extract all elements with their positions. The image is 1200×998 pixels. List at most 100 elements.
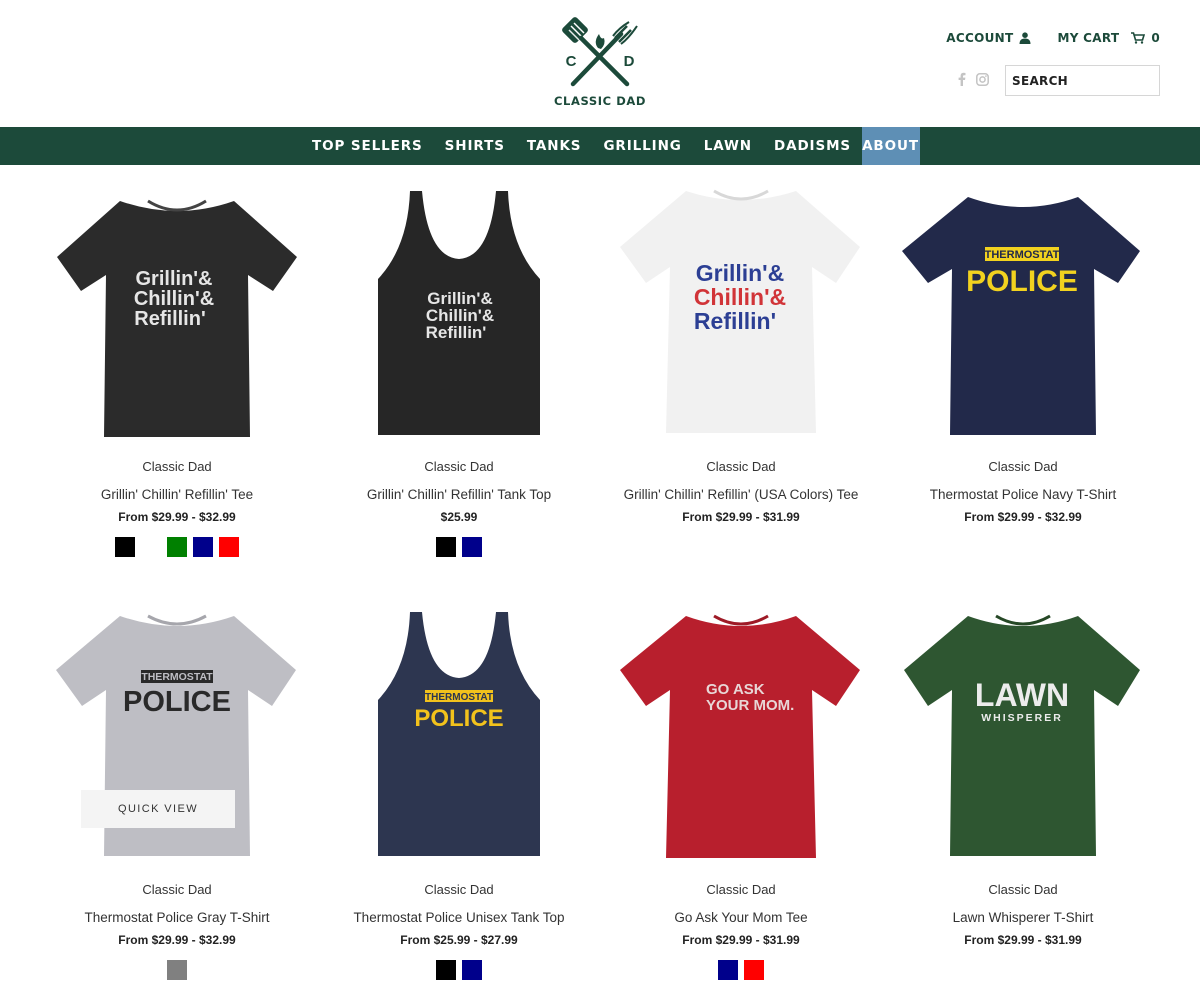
- product-title[interactable]: Thermostat Police Navy T-Shirt: [882, 487, 1164, 502]
- product-price: From $29.99 - $32.99: [118, 510, 236, 524]
- product-vendor: Classic Dad: [706, 882, 776, 897]
- product-price: From $29.99 - $31.99: [964, 933, 1082, 947]
- nav-item-top-sellers[interactable]: TOP SELLERS: [301, 127, 434, 165]
- cart-label: MY CART: [1057, 31, 1120, 45]
- site-header: C D CLASSIC DAD ACCOUNT MY CART 0: [0, 0, 1200, 127]
- product-card[interactable]: Grillin'& Chillin'& Refillin' Classic Da…: [318, 187, 600, 557]
- nav-item-shirts[interactable]: SHIRTS: [434, 127, 516, 165]
- print-badge: THERMOSTAT: [985, 249, 1060, 261]
- swatch-navy[interactable]: [193, 537, 213, 557]
- product-vendor: Classic Dad: [142, 459, 212, 474]
- product-image[interactable]: LAWN WHISPERER: [882, 610, 1164, 882]
- t-shirt-image: LAWN WHISPERER: [904, 614, 1140, 856]
- print-line-2: Chillin'&: [134, 288, 214, 310]
- print-badge: THERMOSTAT: [141, 671, 213, 683]
- product-title[interactable]: Grillin' Chillin' Refillin' Tank Top: [318, 487, 600, 502]
- t-shirt-image: THERMOSTAT POLICE: [902, 197, 1140, 435]
- product-vendor: Classic Dad: [988, 459, 1058, 474]
- brand-name: CLASSIC DAD: [553, 94, 647, 108]
- color-swatches: [318, 537, 600, 557]
- nav-item-dadisms[interactable]: DADISMS: [763, 127, 862, 165]
- print-big: POLICE: [123, 686, 231, 718]
- swatch-black[interactable]: [115, 537, 135, 557]
- site-logo[interactable]: C D CLASSIC DAD: [552, 16, 648, 118]
- product-price: From $29.99 - $31.99: [682, 510, 800, 524]
- print-badge: THERMOSTAT: [425, 692, 493, 703]
- product-price: From $25.99 - $27.99: [400, 933, 518, 947]
- product-title[interactable]: Thermostat Police Gray T-Shirt: [36, 910, 318, 925]
- product-card[interactable]: THERMOSTAT POLICE Classic Dad Thermostat…: [882, 187, 1164, 524]
- main-nav: TOP SELLERS SHIRTS TANKS GRILLING LAWN D…: [0, 127, 1200, 165]
- cart-count: 0: [1151, 31, 1160, 45]
- product-title[interactable]: Go Ask Your Mom Tee: [600, 910, 882, 925]
- product-image[interactable]: THERMOSTAT POLICE: [882, 187, 1164, 459]
- product-card[interactable]: THERMOSTAT POLICE QUICK VIEW Classic Dad…: [36, 610, 318, 980]
- facebook-icon[interactable]: [958, 72, 966, 86]
- print-line-3: Refillin': [134, 308, 205, 330]
- product-title[interactable]: Grillin' Chillin' Refillin' Tee: [36, 487, 318, 502]
- nav-item-about[interactable]: ABOUT: [862, 127, 920, 165]
- quick-view-button[interactable]: QUICK VIEW: [81, 790, 235, 828]
- swatch-navy[interactable]: [718, 960, 738, 980]
- product-image[interactable]: THERMOSTAT POLICE QUICK VIEW: [36, 610, 318, 882]
- product-image[interactable]: GO ASK YOUR MOM.: [600, 610, 882, 882]
- spatula-fork-logo-icon: C D: [562, 17, 638, 87]
- tank-top-image: THERMOSTAT POLICE: [378, 612, 540, 856]
- product-card[interactable]: Grillin'& Chillin'& Refillin' Classic Da…: [600, 187, 882, 524]
- t-shirt-image: THERMOSTAT POLICE: [56, 614, 296, 856]
- swatch-red[interactable]: [744, 960, 764, 980]
- swatch-navy[interactable]: [462, 537, 482, 557]
- instagram-icon[interactable]: [976, 72, 989, 86]
- product-price: From $29.99 - $32.99: [964, 510, 1082, 524]
- social-links: [958, 72, 989, 86]
- logo-letter-c: C: [566, 53, 577, 70]
- color-swatches: [36, 537, 318, 557]
- product-title[interactable]: Lawn Whisperer T-Shirt: [882, 910, 1164, 925]
- print-big: POLICE: [414, 705, 503, 732]
- product-vendor: Classic Dad: [424, 459, 494, 474]
- t-shirt-image: Grillin'& Chillin'& Refillin': [57, 199, 297, 437]
- swatch-black[interactable]: [436, 537, 456, 557]
- print-big: LAWN: [975, 677, 1069, 713]
- color-swatches: [318, 960, 600, 980]
- swatch-white[interactable]: [141, 537, 161, 557]
- swatch-red[interactable]: [219, 537, 239, 557]
- print-line-3: Refillin': [694, 308, 776, 334]
- product-price: $25.99: [440, 510, 478, 524]
- swatch-green[interactable]: [167, 537, 187, 557]
- swatch-gray[interactable]: [167, 960, 187, 980]
- product-image[interactable]: Grillin'& Chillin'& Refillin': [36, 187, 318, 459]
- color-swatches: [600, 960, 882, 980]
- product-card[interactable]: Grillin'& Chillin'& Refillin' Classic Da…: [36, 187, 318, 557]
- product-title[interactable]: Thermostat Police Unisex Tank Top: [318, 910, 600, 925]
- product-card[interactable]: LAWN WHISPERER Classic Dad Lawn Whispere…: [882, 610, 1164, 947]
- nav-item-lawn[interactable]: LAWN: [693, 127, 763, 165]
- header-links: ACCOUNT MY CART 0: [946, 31, 1160, 45]
- swatch-black[interactable]: [436, 960, 456, 980]
- product-vendor: Classic Dad: [142, 882, 212, 897]
- t-shirt-image: GO ASK YOUR MOM.: [620, 614, 860, 858]
- product-image[interactable]: Grillin'& Chillin'& Refillin': [600, 187, 882, 459]
- cart-link[interactable]: MY CART 0: [1057, 31, 1160, 45]
- swatch-navy[interactable]: [462, 960, 482, 980]
- t-shirt-image: Grillin'& Chillin'& Refillin': [620, 189, 860, 433]
- user-icon: [1019, 32, 1031, 44]
- product-title[interactable]: Grillin' Chillin' Refillin' (USA Colors)…: [600, 487, 882, 502]
- tank-top-image: Grillin'& Chillin'& Refillin': [378, 191, 540, 435]
- print-line-3: Refillin': [426, 323, 487, 342]
- print-big: POLICE: [966, 265, 1078, 298]
- print-line-1: Grillin'&: [696, 260, 785, 286]
- print-line-1: Grillin'&: [136, 268, 213, 290]
- color-swatches: [36, 960, 318, 980]
- nav-item-grilling[interactable]: GRILLING: [592, 127, 692, 165]
- product-card[interactable]: THERMOSTAT POLICE Classic Dad Thermostat…: [318, 610, 600, 980]
- product-card[interactable]: GO ASK YOUR MOM. Classic Dad Go Ask Your…: [600, 610, 882, 980]
- product-image[interactable]: Grillin'& Chillin'& Refillin': [318, 187, 600, 459]
- account-link[interactable]: ACCOUNT: [946, 31, 1031, 45]
- product-price: From $29.99 - $32.99: [118, 933, 236, 947]
- product-price: From $29.99 - $31.99: [682, 933, 800, 947]
- product-image[interactable]: THERMOSTAT POLICE: [318, 610, 600, 882]
- search-input[interactable]: [1005, 65, 1160, 96]
- print-line-2: YOUR MOM.: [706, 697, 794, 714]
- nav-item-tanks[interactable]: TANKS: [516, 127, 593, 165]
